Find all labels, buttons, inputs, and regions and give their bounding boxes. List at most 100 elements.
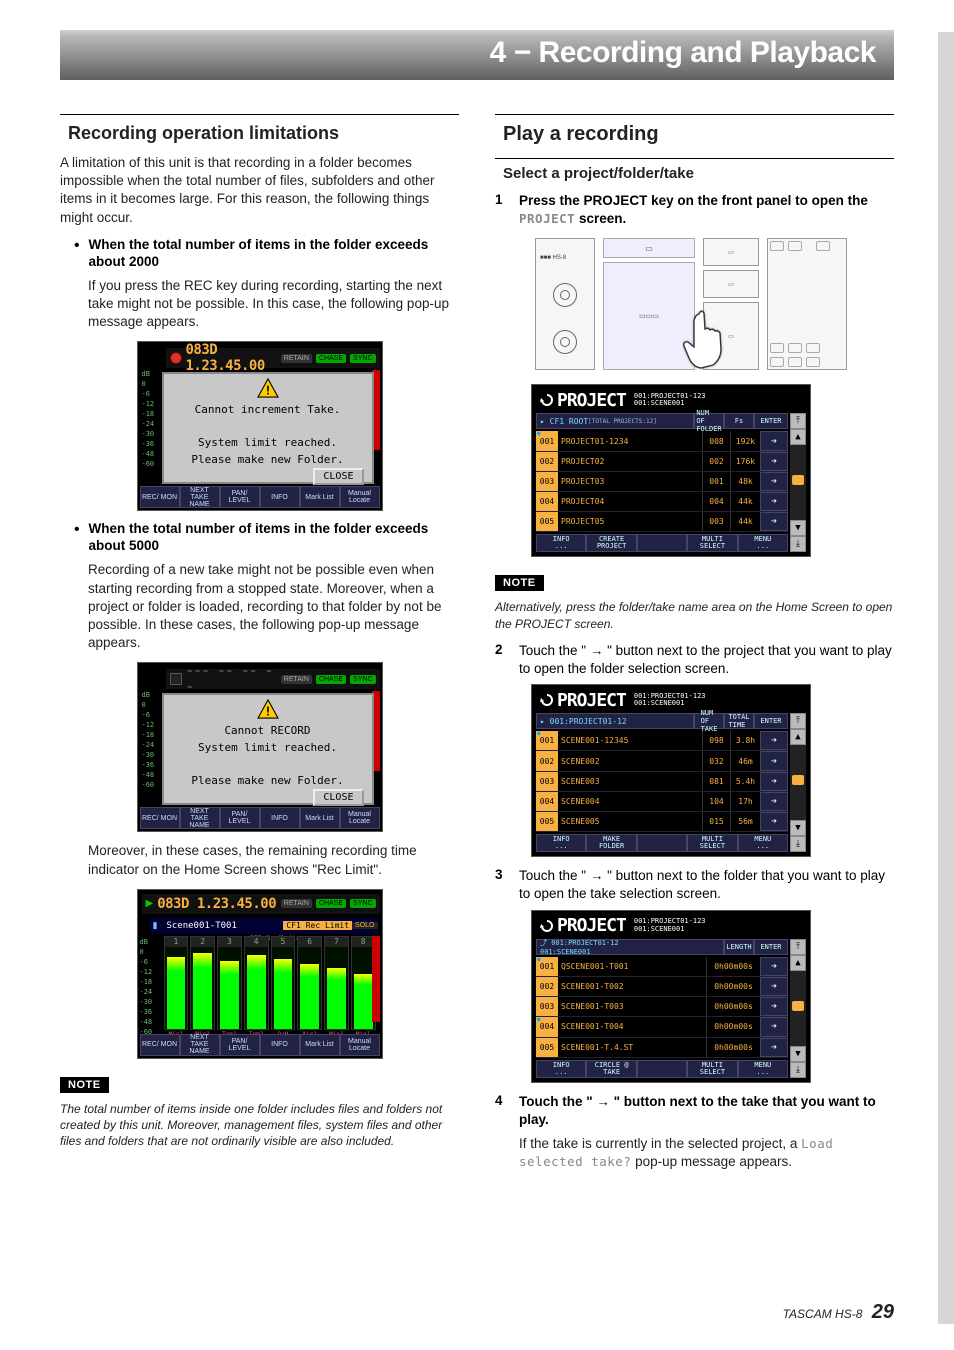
softkey bbox=[637, 1060, 687, 1078]
enter-arrow-icon[interactable]: ➔ bbox=[760, 472, 788, 491]
table-row[interactable]: 005SCENE001-T.4.ST0h00m00s➔ bbox=[536, 1038, 788, 1058]
stop-indicator bbox=[170, 673, 182, 685]
scroll-button[interactable]: ⤓ bbox=[790, 1062, 806, 1078]
softkey[interactable]: INFO ... bbox=[536, 834, 586, 852]
enter-arrow-icon[interactable]: ➔ bbox=[760, 512, 788, 531]
scroll-button[interactable]: ▼ bbox=[790, 520, 806, 536]
timecode-dim: --- -- -- -- bbox=[186, 663, 277, 695]
softkey bbox=[637, 834, 687, 852]
softkey[interactable]: INFO bbox=[260, 807, 300, 829]
warning-icon: ! bbox=[257, 378, 279, 398]
softkey[interactable]: MULTI SELECT bbox=[687, 834, 737, 852]
softkey[interactable]: Mark List bbox=[300, 1034, 340, 1056]
softkey[interactable]: CREATE PROJECT bbox=[586, 534, 636, 552]
softkey[interactable]: PAN/ LEVEL bbox=[220, 486, 260, 508]
folder-up[interactable]: ▸ 001:PROJECT01-12 bbox=[536, 713, 694, 729]
enter-arrow-icon[interactable]: ➔ bbox=[760, 751, 788, 770]
softkey[interactable]: NEXT TAKE NAME bbox=[180, 486, 220, 508]
enter-arrow-icon[interactable]: ➔ bbox=[760, 812, 788, 831]
scroll-button[interactable]: ▲ bbox=[790, 429, 806, 445]
scroll-button[interactable]: ⤓ bbox=[790, 836, 806, 852]
enter-arrow-icon[interactable]: ➔ bbox=[760, 1038, 788, 1057]
enter-arrow-icon[interactable]: ➔ bbox=[760, 792, 788, 811]
softkey[interactable]: Manual Locate bbox=[340, 486, 380, 508]
enter-arrow-icon[interactable]: ➔ bbox=[760, 731, 788, 750]
section-recording-limitations: Recording operation limitations bbox=[60, 114, 459, 144]
softkey[interactable]: PAN/ LEVEL bbox=[220, 807, 260, 829]
softkey[interactable]: PAN/ LEVEL bbox=[220, 1034, 260, 1056]
column-header: NUM OF FOLDER bbox=[694, 413, 724, 429]
scroll-button[interactable]: ▼ bbox=[790, 1046, 806, 1062]
table-row[interactable]: 005SCENE00501556m➔ bbox=[536, 812, 788, 832]
softkey[interactable]: Manual Locate bbox=[340, 807, 380, 829]
enter-arrow-icon[interactable]: ➔ bbox=[760, 431, 788, 450]
folder-up[interactable]: ⤴ 001:PROJECT01-12 001:SCENE001 bbox=[536, 939, 724, 955]
table-row[interactable]: 002PROJECT02002176k➔ bbox=[536, 452, 788, 472]
enter-arrow-icon[interactable]: ➔ bbox=[760, 977, 788, 996]
softkey[interactable]: REC/ MON bbox=[140, 1034, 180, 1056]
softkey[interactable]: REC/ MON bbox=[140, 807, 180, 829]
scroll-button[interactable]: ▲ bbox=[790, 729, 806, 745]
softkey[interactable]: INFO ... bbox=[536, 534, 586, 552]
device-touchscreen[interactable]: ▭▭▭ bbox=[603, 262, 695, 370]
channel-meters: 1Mic12Mic23Tom14Tom25O/H6Air17Mix18Mix1 bbox=[164, 936, 376, 1030]
left-column: Recording operation limitations A limita… bbox=[60, 114, 459, 1188]
softkey[interactable]: Mark List bbox=[300, 807, 340, 829]
table-row[interactable]: 003SCENE0030815.4h➔ bbox=[536, 772, 788, 792]
enter-arrow-icon[interactable]: ➔ bbox=[760, 997, 788, 1016]
project-key[interactable]: ▭ bbox=[703, 302, 759, 370]
softkey[interactable]: INFO bbox=[260, 486, 300, 508]
bottom-bar: REC/ MONNEXT TAKE NAMEPAN/ LEVELINFOMark… bbox=[140, 486, 380, 508]
column-header: NUM OF TAKE bbox=[694, 713, 724, 729]
scroll-button[interactable]: ⤒ bbox=[790, 713, 806, 729]
scrollbar-track[interactable] bbox=[790, 445, 806, 520]
scene-name: Scene001-T001 bbox=[160, 921, 283, 931]
back-icon[interactable]: PROJECT bbox=[536, 390, 630, 411]
table-row[interactable]: 003SCENE001-T0030h00m00s➔ bbox=[536, 997, 788, 1017]
softkey[interactable]: MENU ... bbox=[738, 534, 788, 552]
softkey[interactable]: MENU ... bbox=[738, 834, 788, 852]
enter-arrow-icon[interactable]: ➔ bbox=[760, 452, 788, 471]
softkey[interactable]: MENU ... bbox=[738, 1060, 788, 1078]
scroll-button[interactable]: ⤒ bbox=[790, 939, 806, 955]
table-row[interactable]: 005PROJECT0500344k➔ bbox=[536, 512, 788, 532]
table-row[interactable]: 003PROJECT0300148k➔ bbox=[536, 472, 788, 492]
scrollbar-track[interactable] bbox=[790, 971, 806, 1046]
softkey[interactable]: MULTI SELECT bbox=[687, 1060, 737, 1078]
table-row[interactable]: 004PROJECT0400444k➔ bbox=[536, 492, 788, 512]
enter-arrow-icon[interactable]: ➔ bbox=[760, 957, 788, 976]
softkey[interactable]: INFO bbox=[260, 1034, 300, 1056]
back-icon[interactable]: PROJECT bbox=[536, 690, 630, 711]
enter-arrow-icon[interactable]: ➔ bbox=[760, 772, 788, 791]
scrollbar-track[interactable] bbox=[790, 745, 806, 820]
softkey[interactable]: REC/ MON bbox=[140, 486, 180, 508]
softkey[interactable]: MULTI SELECT bbox=[687, 534, 737, 552]
table-row[interactable]: 001●SCENE001-123450983.8h➔ bbox=[536, 731, 788, 751]
scroll-button[interactable]: ⤓ bbox=[790, 536, 806, 552]
step-3-text: Touch the " → " button next to the folde… bbox=[519, 867, 894, 903]
table-row[interactable]: 002SCENE00203246m➔ bbox=[536, 751, 788, 771]
scroll-button[interactable]: ▲ bbox=[790, 955, 806, 971]
table-row[interactable]: 004●SCENE001-T0040h00m00s➔ bbox=[536, 1017, 788, 1037]
table-row[interactable]: 001●QSCENE001-T0010h00m00s➔ bbox=[536, 957, 788, 977]
scroll-button[interactable]: ▼ bbox=[790, 820, 806, 836]
softkey[interactable]: Manual Locate bbox=[340, 1034, 380, 1056]
softkey[interactable]: CIRCLE @ TAKE bbox=[586, 1060, 636, 1078]
close-button[interactable]: CLOSE bbox=[313, 468, 363, 485]
enter-arrow-icon[interactable]: ➔ bbox=[760, 492, 788, 511]
back-icon[interactable]: PROJECT bbox=[536, 915, 630, 936]
softkey[interactable]: NEXT TAKE NAME bbox=[180, 807, 220, 829]
folder-up[interactable]: ▸ CF1 ROOT[TOTAL PROJECTS:12] bbox=[536, 413, 694, 429]
enter-arrow-icon[interactable]: ➔ bbox=[760, 1017, 788, 1036]
table-row[interactable]: 002SCENE001-T0020h00m00s➔ bbox=[536, 977, 788, 997]
softkey[interactable]: MAKE FOLDER bbox=[586, 834, 636, 852]
softkey[interactable]: Mark List bbox=[300, 486, 340, 508]
table-row[interactable]: 001●PROJECT01-1234008192k➔ bbox=[536, 431, 788, 451]
device-illustration: ■■■ HS-8 ▭ ▭▭▭ ▭ ▭ ▭ bbox=[531, 234, 851, 374]
softkey[interactable]: NEXT TAKE NAME bbox=[180, 1034, 220, 1056]
softkey[interactable]: INFO ... bbox=[536, 1060, 586, 1078]
scroll-button[interactable]: ⤒ bbox=[790, 413, 806, 429]
popup-message: Cannot increment Take. System limit reac… bbox=[191, 402, 343, 468]
close-button[interactable]: CLOSE bbox=[313, 789, 363, 806]
table-row[interactable]: 004SCENE00410417h➔ bbox=[536, 792, 788, 812]
